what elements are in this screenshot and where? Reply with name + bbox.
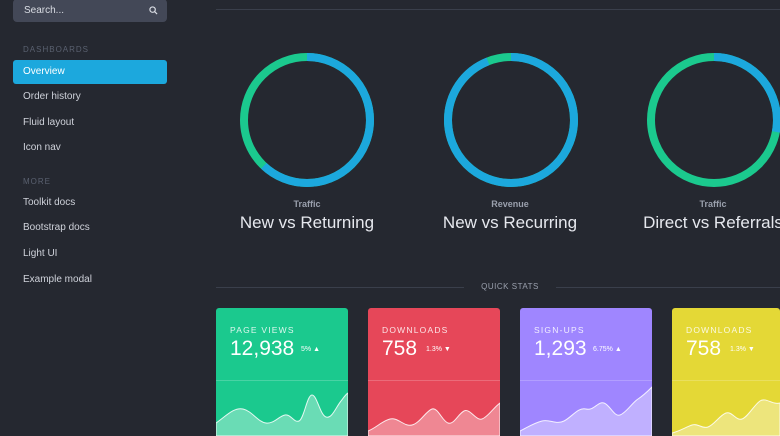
stat-card-page-views[interactable]: PAGE VIEWS 12,938 5% ▲: [216, 308, 348, 436]
donut-title: Direct vs Referrals: [643, 213, 780, 232]
stat-delta: 6.75% ▲: [593, 346, 622, 353]
stat-delta-text: 1.3%: [730, 346, 746, 353]
donut-segment-primary: [444, 53, 578, 187]
donut-label: Revenue: [491, 199, 529, 209]
caret-up-icon: ▲: [313, 346, 321, 353]
donut-label: Traffic: [293, 199, 321, 209]
stat-value: 758: [382, 337, 418, 360]
search-icon[interactable]: [149, 6, 158, 15]
stat-delta: 1.3% ▼: [426, 346, 451, 353]
quick-stats-rule-left: [216, 287, 464, 288]
stat-label: DOWNLOADS: [382, 325, 449, 335]
sidebar: DASHBOARDS Overview Order history Fluid …: [0, 0, 196, 436]
caret-up-icon: ▲: [614, 346, 622, 353]
sidebar-item-light-ui[interactable]: Light UI: [13, 242, 167, 266]
search-box[interactable]: [13, 0, 167, 22]
sidebar-item-bootstrap-docs[interactable]: Bootstrap docs: [13, 216, 167, 240]
stat-delta: 5% ▲: [301, 346, 320, 353]
nav-header-dashboards: DASHBOARDS: [23, 45, 90, 54]
donut-chart-traffic-new-returning: [240, 53, 374, 187]
donut-title: New vs Returning: [239, 213, 375, 232]
donut-label: Traffic: [699, 199, 727, 209]
header-divider: [216, 9, 780, 10]
stat-delta-text: 5%: [301, 346, 312, 353]
stat-card-sign-ups[interactable]: SIGN-UPS 1,293 6.75% ▲: [520, 308, 652, 436]
donut-caption-3: Traffic Direct vs Referrals: [613, 199, 780, 233]
stat-value: 758: [686, 337, 722, 360]
quick-stats-rule-right: [556, 287, 780, 288]
stat-card-downloads[interactable]: DOWNLOADS 758 1.3% ▼: [368, 308, 500, 436]
caret-down-icon: ▼: [443, 346, 451, 353]
stat-delta-text: 6.75%: [593, 346, 613, 353]
stat-delta-text: 1.3%: [426, 346, 442, 353]
stat-label: PAGE VIEWS: [230, 325, 295, 335]
sidebar-item-icon-nav[interactable]: Icon nav: [13, 136, 167, 160]
sidebar-item-order-history[interactable]: Order history: [13, 85, 167, 109]
sidebar-item-example-modal[interactable]: Example modal: [13, 268, 167, 292]
stat-value: 1,293: [534, 337, 587, 360]
stat-delta: 1.3% ▼: [730, 346, 755, 353]
donut-caption-1: Traffic New vs Returning: [207, 199, 407, 233]
sparkline-chart: [672, 399, 780, 436]
caret-down-icon: ▼: [747, 346, 755, 353]
donut-chart-revenue-new-recurring: [444, 53, 578, 187]
stat-card-downloads-2[interactable]: DOWNLOADS 758 1.3% ▼: [672, 308, 780, 436]
sparkline-chart: [216, 392, 348, 436]
sparkline-chart: [368, 402, 500, 436]
quick-stats-label: QUICK STATS: [481, 282, 539, 291]
sparkline-chart: [520, 386, 652, 436]
stat-label: DOWNLOADS: [686, 325, 753, 335]
stat-value: 12,938: [230, 337, 295, 360]
donut-caption-2: Revenue New vs Recurring: [410, 199, 610, 233]
sidebar-item-toolkit-docs[interactable]: Toolkit docs: [13, 191, 167, 215]
sidebar-item-overview[interactable]: Overview: [13, 60, 167, 84]
donut-chart-traffic-direct-referrals: [647, 53, 780, 187]
stat-label: SIGN-UPS: [534, 325, 585, 335]
search-input[interactable]: [24, 5, 144, 16]
donut-title: New vs Recurring: [442, 213, 578, 232]
nav-header-more: MORE: [23, 177, 51, 186]
sidebar-item-fluid-layout[interactable]: Fluid layout: [13, 111, 167, 135]
